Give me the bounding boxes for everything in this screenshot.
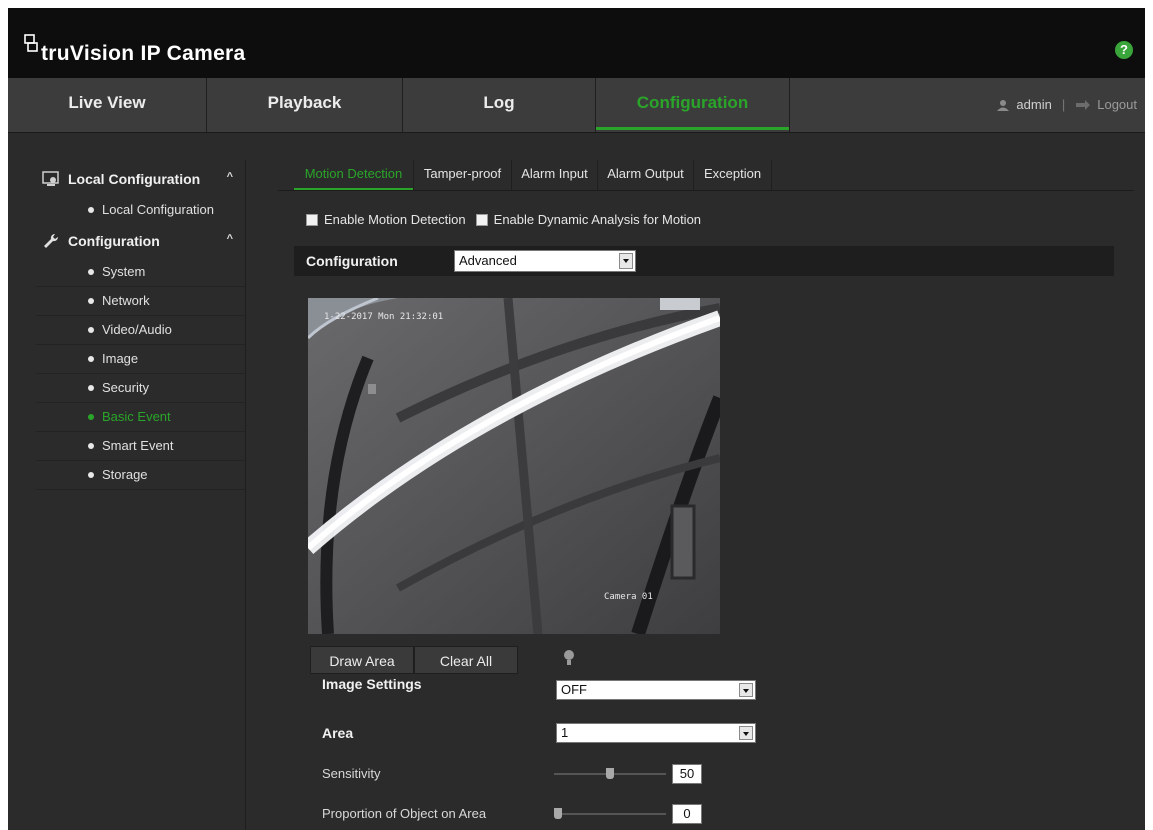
sensitivity-slider[interactable] [554, 768, 666, 779]
sub-tabs: Motion Detection Tamper-proof Alarm Inpu… [278, 160, 1134, 191]
proportion-label: Proportion of Object on Area [322, 806, 487, 821]
sidebar-group-local-configuration[interactable]: Local Configuration ^ [36, 162, 245, 196]
brand: truVision IP Camera [24, 30, 246, 66]
sensitivity-value[interactable]: 50 [672, 764, 702, 784]
sidebar-item-image[interactable]: Image [36, 345, 245, 374]
sensitivity-slider-handle[interactable] [606, 768, 614, 779]
chevron-down-icon[interactable] [739, 683, 753, 697]
user-icon [997, 100, 1010, 111]
sidebar-item-storage[interactable]: Storage [36, 461, 245, 490]
tab-motion-detection[interactable]: Motion Detection [294, 160, 414, 190]
proportion-value[interactable]: 0 [672, 804, 702, 824]
sidebar: Local Configuration ^ Local Configuratio… [36, 160, 246, 830]
sidebar-item-smart-event[interactable]: Smart Event [36, 432, 245, 461]
chevron-up-icon[interactable]: ^ [227, 171, 233, 183]
image-settings-label: Image Settings [322, 676, 422, 692]
bulb-icon [564, 650, 574, 665]
main-area: Local Configuration ^ Local Configuratio… [36, 160, 1134, 830]
username: admin [1016, 97, 1052, 112]
logout-icon[interactable] [1075, 100, 1091, 110]
nav-tab-live-view[interactable]: Live View [8, 78, 207, 132]
sidebar-item-basic-event[interactable]: Basic Event [36, 403, 245, 432]
proportion-slider[interactable] [554, 808, 666, 819]
nav-tab-log[interactable]: Log [403, 78, 596, 132]
logo-icon [24, 34, 38, 52]
tab-alarm-input[interactable]: Alarm Input [512, 160, 598, 190]
content-panel: Motion Detection Tamper-proof Alarm Inpu… [248, 160, 1134, 830]
nav-tab-configuration[interactable]: Configuration [596, 78, 790, 132]
wrench-icon [44, 233, 59, 248]
camera-scene-image [308, 298, 720, 634]
clear-all-button[interactable]: Clear All [414, 646, 518, 674]
enable-motion-label: Enable Motion Detection [324, 212, 466, 227]
proportion-slider-handle[interactable] [554, 808, 562, 819]
configuration-label: Configuration [306, 253, 398, 269]
video-timestamp: 1-22-2017 Mon 21:32:01 [324, 312, 444, 322]
enable-dynamic-label: Enable Dynamic Analysis for Motion [493, 212, 702, 227]
logout-link[interactable]: Logout [1097, 80, 1137, 130]
sidebar-group-configuration[interactable]: Configuration ^ [36, 224, 245, 258]
nav-tab-playback[interactable]: Playback [207, 78, 403, 132]
sidebar-group-label: Configuration [68, 233, 160, 249]
tab-tamper-proof[interactable]: Tamper-proof [414, 160, 512, 190]
main-nav: Live View Playback Log Configuration adm… [8, 78, 1145, 133]
sidebar-item-video-audio[interactable]: Video/Audio [36, 316, 245, 345]
enable-motion-checkbox[interactable] [306, 213, 318, 226]
tab-alarm-output[interactable]: Alarm Output [598, 160, 694, 190]
header-bar: truVision IP Camera ? [8, 8, 1145, 78]
brand-name: truVision IP Camera [41, 42, 246, 65]
draw-area-button[interactable]: Draw Area [310, 646, 414, 674]
sidebar-item-system[interactable]: System [36, 258, 245, 287]
sidebar-item-security[interactable]: Security [36, 374, 245, 403]
image-settings-select[interactable]: OFF [556, 680, 756, 700]
help-icon[interactable]: ? [1115, 41, 1133, 59]
sensitivity-label: Sensitivity [322, 766, 381, 781]
enable-dynamic-checkbox[interactable] [475, 213, 488, 226]
sidebar-item-network[interactable]: Network [36, 287, 245, 316]
monitor-settings-icon [42, 171, 59, 186]
chevron-down-icon[interactable] [739, 726, 753, 740]
chevron-up-icon[interactable]: ^ [227, 233, 233, 245]
configuration-select[interactable]: Advanced [454, 250, 636, 272]
area-label: Area [322, 725, 354, 741]
app-window: truVision IP Camera ? Live View Playback… [8, 8, 1145, 830]
user-area: admin | Logout [996, 78, 1137, 132]
user-separator: | [1061, 97, 1066, 112]
chevron-down-icon[interactable] [619, 253, 633, 269]
enable-options: Enable Motion Detection Enable Dynamic A… [306, 212, 711, 227]
sidebar-item-local-configuration[interactable]: Local Configuration [36, 196, 245, 224]
area-select[interactable]: 1 [556, 723, 756, 743]
video-preview[interactable]: 1-22-2017 Mon 21:32:01 Camera 01 [308, 298, 720, 634]
video-camera-label: Camera 01 [604, 592, 653, 602]
sidebar-group-label: Local Configuration [68, 171, 201, 187]
tab-exception[interactable]: Exception [694, 160, 772, 190]
configuration-bar: Configuration Advanced [294, 246, 1114, 276]
